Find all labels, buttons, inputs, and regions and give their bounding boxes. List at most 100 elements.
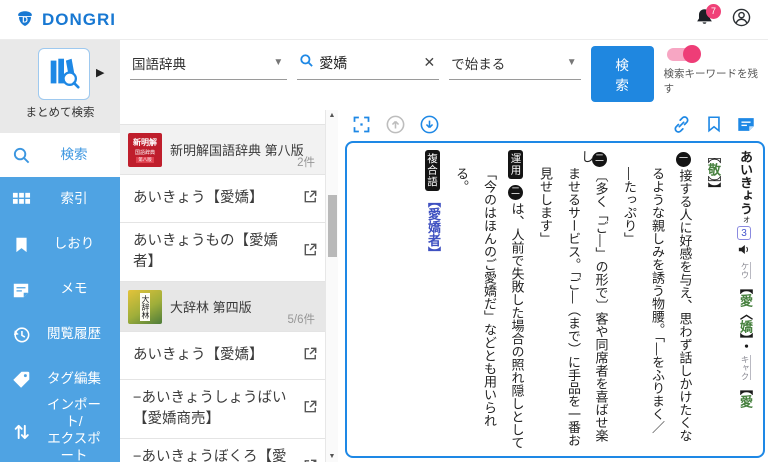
search-field: ✕ bbox=[297, 46, 440, 80]
scroll-down-icon[interactable]: ▼ bbox=[326, 453, 338, 460]
books-search-icon bbox=[45, 53, 83, 96]
entry-text-column-10: る。 bbox=[453, 167, 468, 193]
tag-icon bbox=[0, 370, 42, 389]
result-entry-row[interactable]: あいきょうもの【愛嬌者】 bbox=[120, 223, 325, 283]
search-bar: 国語辞典 ▼ ✕ で始まる ▼ 検索 検索キーワー bbox=[120, 40, 768, 125]
sidebar-item-label: 検索 bbox=[60, 146, 88, 162]
sidebar-item-2[interactable]: しおり bbox=[0, 222, 120, 267]
search-icon bbox=[0, 146, 42, 165]
entry-label: あいきょう【愛嬌】 bbox=[133, 347, 264, 364]
entry-text-column-0: あいきょうォ3ケウ【愛〈嬌】・キャク【愛 bbox=[737, 150, 752, 408]
brand-name: DONGRI bbox=[42, 9, 116, 29]
arrow-down-circle-icon bbox=[419, 114, 440, 140]
matome-search-button[interactable] bbox=[38, 48, 90, 100]
sidebar-item-label: しおり bbox=[53, 236, 95, 252]
entry-text-column-11: 複合語【愛嬌者】 bbox=[416, 150, 440, 451]
entry-text-column-2: 一接する人に好感を与え、思わず話しかけたくな bbox=[676, 152, 692, 442]
note-icon bbox=[0, 281, 42, 299]
dictionary-entry-panel: あいきょうォ3ケウ【愛〈嬌】・キャク【愛 〖敬〗】 一接する人に好感を与え、思わず話… bbox=[345, 141, 765, 458]
bookmark-icon bbox=[0, 236, 42, 253]
memo-button[interactable] bbox=[736, 114, 756, 139]
search-input[interactable] bbox=[319, 54, 417, 71]
sidebar-item-4[interactable]: 閲覧履歴 bbox=[0, 312, 120, 357]
app-header: D DONGRI 7 bbox=[0, 0, 768, 40]
sidebar-item-label: メモ bbox=[60, 281, 88, 297]
match-mode-select[interactable]: で始まる ▼ bbox=[449, 46, 581, 80]
sidebar-item-3[interactable]: メモ bbox=[0, 267, 120, 312]
result-count: 5/6件 bbox=[287, 314, 316, 327]
matome-search-section: ▶ まとめて検索 bbox=[0, 40, 120, 133]
sidebar: ▶ まとめて検索 検索索引しおりメモ閲覧履歴タグ編集インポート/ エクスポート bbox=[0, 40, 120, 462]
dictionary-header-row[interactable]: 新明解 国語辞典 第八版 新明解国語辞典 第八版 2件 bbox=[120, 125, 325, 175]
updown-icon bbox=[0, 422, 42, 441]
dongri-logo: D DONGRI bbox=[14, 6, 116, 33]
dictionary-header-row[interactable]: 大辞林 大辞林 第四版 5/6件 bbox=[120, 282, 325, 333]
list-top-spacer bbox=[120, 110, 325, 125]
list-scrollbar[interactable]: ▲ ▼ bbox=[325, 110, 338, 462]
sidebar-item-1[interactable]: 索引 bbox=[0, 177, 120, 222]
sidebar-item-label: 閲覧履歴 bbox=[47, 326, 101, 342]
external-link-icon[interactable] bbox=[302, 457, 319, 462]
external-link-icon[interactable] bbox=[302, 398, 319, 420]
keep-keyword-label: 検索キーワードを残す bbox=[663, 68, 759, 95]
chevron-down-icon: ▼ bbox=[273, 57, 284, 68]
entry-text-column-3: るような親しみを誘う物腰。「―をふりまく／ bbox=[649, 167, 664, 434]
copy-link-button[interactable] bbox=[671, 114, 692, 140]
entry-text-column-1: 〖敬〗】 bbox=[705, 150, 720, 196]
memo-icon bbox=[736, 114, 756, 139]
prev-entry-button[interactable] bbox=[385, 114, 406, 140]
dictionary-select[interactable]: 国語辞典 ▼ bbox=[130, 46, 288, 80]
entry-label: あいきょうもの【愛嬌者】 bbox=[133, 233, 278, 271]
entry-viewer: あいきょうォ3ケウ【愛〈嬌】・キャク【愛 〖敬〗】 一接する人に好感を与え、思わず話… bbox=[338, 110, 768, 462]
keep-keyword-toggle[interactable] bbox=[666, 45, 701, 63]
entry-text-column-5: 二〔多く「ご―」の形で〕客や同席者を喜ばせ楽し bbox=[578, 150, 608, 442]
notifications-button[interactable]: 7 bbox=[693, 3, 721, 31]
link-icon bbox=[671, 114, 692, 140]
bookmark-button[interactable] bbox=[705, 115, 723, 138]
sidebar-item-6[interactable]: インポート/ エクスポート bbox=[0, 397, 120, 462]
notification-badge: 7 bbox=[706, 3, 721, 19]
sidebar-item-5[interactable]: タグ編集 bbox=[0, 357, 120, 402]
dictionary-title: 大辞林 第四版 bbox=[170, 300, 252, 316]
matome-caret-icon[interactable]: ▶ bbox=[96, 66, 104, 79]
bookmark-icon bbox=[705, 115, 723, 138]
entry-text-column-6: ませるサービス。「ご―（まで）に手品を一番お bbox=[565, 167, 580, 447]
result-entry-row[interactable]: −あいきょうぼくろ【愛嬌黒子】 bbox=[120, 439, 325, 462]
entry-label: −あいきょうぼくろ【愛嬌黒子】 bbox=[133, 449, 287, 462]
match-mode-value: で始まる bbox=[451, 56, 506, 72]
chevron-down-icon: ▼ bbox=[566, 57, 577, 68]
sidebar-item-label: タグ編集 bbox=[47, 371, 101, 387]
user-icon bbox=[731, 7, 752, 33]
entry-text-column-7: 見せします」 bbox=[537, 167, 552, 245]
external-link-icon[interactable] bbox=[302, 241, 319, 263]
sidebar-item-0[interactable]: 検索 bbox=[0, 133, 120, 177]
scroll-up-icon[interactable]: ▲ bbox=[326, 112, 338, 119]
result-count: 2件 bbox=[297, 157, 315, 169]
dictionary-select-value: 国語辞典 bbox=[132, 56, 186, 72]
compound-word-link[interactable]: 【愛嬌者】 bbox=[425, 195, 440, 260]
result-entry-row[interactable]: あいきょう【愛嬌】 bbox=[120, 332, 325, 381]
external-link-icon[interactable] bbox=[302, 345, 319, 367]
grid-icon bbox=[0, 190, 42, 209]
results-list: 新明解 国語辞典 第八版 新明解国語辞典 第八版 2件 あいきょう【愛嬌】 あいきょうもの【… bbox=[120, 110, 325, 462]
dictionary-title: 新明解国語辞典 第八版 bbox=[170, 143, 304, 158]
entry-text-column-9: 「今のはほんのご愛嬌だ」などとも用いられ bbox=[481, 167, 496, 427]
scrollbar-thumb[interactable] bbox=[328, 195, 337, 257]
search-button[interactable]: 検索 bbox=[590, 46, 654, 102]
result-entry-row[interactable]: あいきょう【愛嬌】 bbox=[120, 175, 325, 223]
entry-text-column-8: 運用二は、人前で失敗した場合の照れ隠しとして bbox=[500, 150, 524, 451]
sidebar-item-label: インポート/ エクスポート bbox=[47, 397, 101, 462]
clear-search-icon[interactable]: ✕ bbox=[422, 54, 438, 71]
dictionary-cover: 大辞林 bbox=[128, 289, 162, 324]
entry-label: あいきょう【愛嬌】 bbox=[133, 189, 264, 206]
svg-text:D: D bbox=[22, 16, 28, 25]
arrow-up-circle-icon bbox=[385, 114, 406, 140]
account-button[interactable] bbox=[731, 7, 752, 33]
toggle-knob bbox=[682, 45, 701, 63]
external-link-icon[interactable] bbox=[302, 188, 319, 210]
next-entry-button[interactable] bbox=[419, 114, 440, 140]
entry-text-column-4: ―たっぷり」 bbox=[621, 167, 636, 245]
result-entry-row[interactable]: −あいきょうしょうばい【愛嬌商売】 bbox=[120, 380, 325, 440]
speaker-icon bbox=[738, 244, 750, 258]
expand-button[interactable] bbox=[351, 114, 372, 140]
